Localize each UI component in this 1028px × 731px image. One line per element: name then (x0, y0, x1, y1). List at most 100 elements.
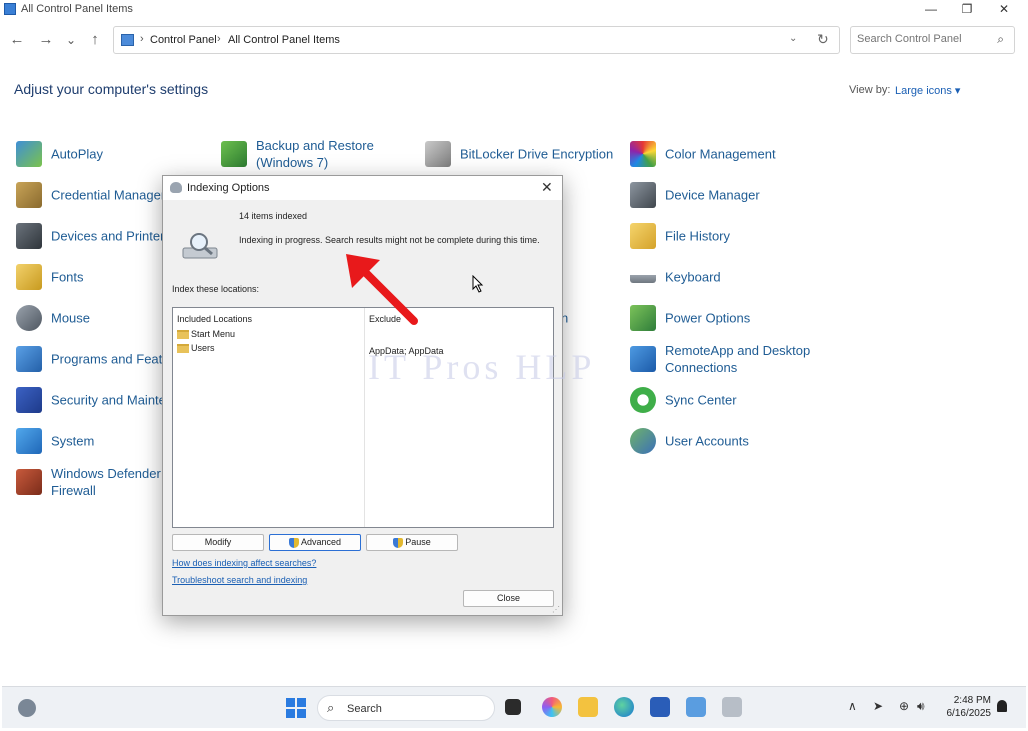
item-label: Credential Manager (51, 187, 166, 203)
item-power-options[interactable]: Power Options (630, 300, 810, 336)
close-button[interactable]: ✕ (986, 1, 1022, 17)
items-indexed-count: 14 items indexed (239, 211, 308, 221)
refresh-icon[interactable]: ↻ (817, 31, 829, 48)
minimize-button[interactable]: — (913, 1, 949, 17)
view-by-label: View by: (849, 84, 891, 96)
edge-icon[interactable] (614, 697, 634, 717)
item-color-management[interactable]: Color Management (630, 136, 810, 172)
indexing-options-taskbar-icon[interactable] (722, 697, 742, 717)
clock[interactable]: 2:48 PM 6/16/2025 (945, 694, 992, 720)
link-indexing-affect[interactable]: How does indexing affect searches? (172, 558, 316, 568)
close-dialog-button[interactable]: Close (463, 590, 554, 607)
item-keyboard[interactable]: Keyboard (630, 259, 810, 295)
column-divider (364, 308, 365, 527)
breadcrumb-all-items[interactable]: All Control Panel Items (228, 34, 340, 46)
item-label: Power Options (665, 310, 751, 326)
location-icon[interactable]: ➤ (873, 699, 883, 713)
clock-time: 2:48 PM (953, 695, 991, 706)
item-file-history[interactable]: File History (630, 218, 810, 254)
page-title: Adjust your computer's settings (14, 81, 209, 97)
window-title-bar: All Control Panel Items — ❐ ✕ (0, 0, 1028, 20)
address-dropdown-icon[interactable]: ⌄ (789, 33, 797, 44)
item-user-accounts[interactable]: User Accounts (630, 423, 810, 459)
clock-date: 6/16/2025 (946, 708, 992, 719)
link-troubleshoot[interactable]: Troubleshoot search and indexing (172, 575, 307, 585)
keyboard-icon (630, 271, 656, 283)
forward-button[interactable]: → (36, 30, 56, 50)
item-label: Mouse (51, 310, 91, 326)
item-label: Fonts (51, 269, 84, 285)
taskbar-search[interactable]: ⌕ Search (317, 695, 495, 721)
remote-desktop-icon (630, 346, 656, 372)
view-by-dropdown[interactable]: Large icons ▾ (895, 84, 960, 97)
item-bitlocker[interactable]: BitLocker Drive Encryption (425, 136, 625, 172)
breadcrumb-separator: › (140, 33, 144, 45)
search-box[interactable]: ⌕ (850, 26, 1015, 54)
volume-icon[interactable]: 🔊︎ (917, 699, 925, 714)
item-label: Backup and Restore (Windows 7) (256, 138, 374, 170)
autoplay-icon (16, 141, 42, 167)
modify-button[interactable]: Modify (172, 534, 264, 551)
folder-icon (177, 344, 189, 354)
color-icon (630, 141, 656, 167)
network-icon[interactable]: ⊕ (899, 699, 909, 713)
item-label: RemoteApp and Desktop Connections (665, 343, 811, 375)
magnifier-icon (182, 233, 218, 259)
store-icon[interactable] (650, 697, 670, 717)
breadcrumb-separator: › (217, 33, 221, 45)
item-sync-center[interactable]: Sync Center (630, 382, 810, 418)
item-label: AutoPlay (51, 146, 104, 162)
notification-bell-icon[interactable] (997, 700, 1007, 712)
taskbar-search-label: Search (347, 703, 382, 715)
key-icon (425, 141, 451, 167)
breadcrumb-control-panel[interactable]: Control Panel (150, 34, 217, 46)
item-label: Color Management (665, 146, 776, 162)
item-label: File History (665, 228, 731, 244)
power-icon (630, 305, 656, 331)
window-title: All Control Panel Items (21, 3, 133, 15)
pause-button[interactable]: Pause (366, 534, 458, 551)
widgets-icon[interactable] (18, 699, 36, 717)
copilot-icon[interactable] (542, 697, 562, 717)
start-button[interactable] (286, 698, 306, 718)
flag-icon (16, 387, 42, 413)
shield-icon (393, 537, 404, 548)
item-label: Device Manager (665, 187, 760, 203)
locations-list[interactable]: Included Locations Exclude Start Menu Us… (172, 307, 554, 528)
fonts-icon (16, 264, 42, 290)
control-panel-icon (4, 3, 16, 15)
item-remoteapp[interactable]: RemoteApp and Desktop Connections (630, 341, 830, 377)
search-icon[interactable]: ⌕ (997, 32, 1004, 47)
dialog-close-button[interactable]: ✕ (541, 179, 553, 196)
navigation-bar: ← → ⌄ ↑ › Control Panel › All Control Pa… (0, 20, 1028, 62)
item-device-manager[interactable]: Device Manager (630, 177, 810, 213)
control-panel-icon (121, 34, 134, 46)
advanced-button[interactable]: Advanced (269, 534, 361, 551)
search-input[interactable] (857, 33, 987, 45)
column-header-included[interactable]: Included Locations (177, 314, 252, 324)
address-bar[interactable]: › Control Panel › All Control Panel Item… (113, 26, 840, 54)
users-icon (630, 428, 656, 454)
mouse-icon (16, 305, 42, 331)
item-autoplay[interactable]: AutoPlay (16, 136, 196, 172)
back-button[interactable]: ← (7, 30, 27, 50)
file-explorer-icon[interactable] (578, 697, 598, 717)
maximize-button[interactable]: ❐ (949, 1, 985, 17)
dialog-title-bar: Indexing Options ✕ (163, 176, 562, 200)
monitor-icon (16, 428, 42, 454)
item-backup-restore[interactable]: Backup and Restore (Windows 7) (221, 136, 401, 172)
list-item[interactable]: Start Menu (177, 329, 235, 340)
up-button[interactable]: ↑ (85, 30, 105, 50)
task-view-icon[interactable] (505, 699, 521, 715)
resize-grip-icon[interactable]: ⋰ (552, 605, 560, 614)
show-hidden-icons-button[interactable]: ∧ (848, 699, 857, 713)
credential-vault-icon (16, 182, 42, 208)
sync-icon (630, 387, 656, 413)
search-icon: ⌕ (327, 700, 335, 715)
item-label: User Accounts (665, 433, 749, 449)
recent-locations-button[interactable]: ⌄ (61, 30, 81, 50)
firewall-icon (16, 469, 42, 495)
list-item[interactable]: Users (177, 343, 215, 354)
control-panel-taskbar-icon[interactable] (686, 697, 706, 717)
indexing-options-dialog: Indexing Options ✕ 14 items indexed Inde… (162, 175, 563, 616)
